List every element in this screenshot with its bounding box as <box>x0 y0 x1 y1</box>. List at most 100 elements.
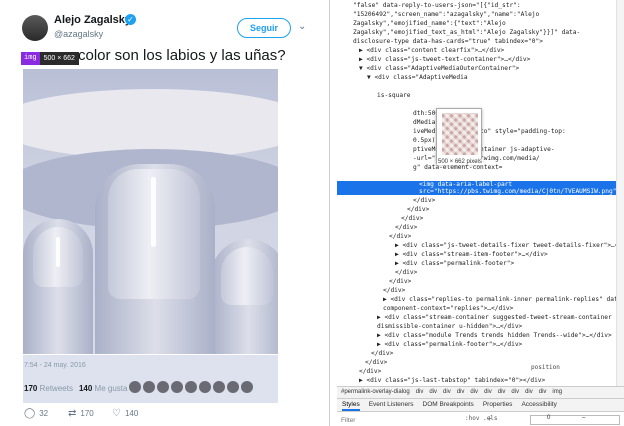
dom-node[interactable]: ▶ <div class="permalink-footer"> <box>337 259 624 268</box>
avatar[interactable] <box>171 381 183 393</box>
box-model-dash: – <box>582 415 586 421</box>
image-hover-preview <box>436 108 482 164</box>
tweet-timestamp[interactable]: 7:54 - 24 may. 2016 <box>24 362 86 369</box>
tweet-panel: Alejo Zagalsky ✓ @azagalsky Seguir ⌄ img… <box>0 0 330 426</box>
dom-node[interactable]: ▶ <div class="js-tweet-text-container">…… <box>337 55 624 64</box>
dom-node[interactable]: ▶ <div class="content clearfix">…</div> <box>337 46 624 55</box>
breadcrumb-item[interactable]: div <box>443 387 451 398</box>
breadcrumb-item[interactable]: div <box>498 387 506 398</box>
avatar[interactable] <box>157 381 169 393</box>
dom-node[interactable]: ▶ <div class="replies-to permalink-inner… <box>337 295 624 304</box>
dom-node[interactable]: </div> <box>337 286 624 295</box>
dom-node[interactable]: component-context="replies">…</div> <box>337 304 624 313</box>
dom-node[interactable]: disclosure-type data-has-cards="true" ta… <box>337 37 624 46</box>
retweet-icon: ⇄ <box>68 408 77 419</box>
box-model-label: 0 <box>547 415 551 421</box>
dom-node[interactable]: "false" data-reply-to-users-json="[{"id_… <box>337 1 624 10</box>
avatar[interactable] <box>241 381 253 393</box>
img-tag-label: img <box>21 52 40 65</box>
dom-node[interactable]: ▶ <div class="stream-container suggested… <box>337 313 624 322</box>
dom-node[interactable]: ▶ <div class="js-tweet-details-fixer twe… <box>337 241 624 250</box>
dom-node[interactable]: ▼ <div class="AdaptiveMedia <box>337 73 624 82</box>
dom-node[interactable]: ▶ <div class="module Trends trends hidde… <box>337 331 624 340</box>
breadcrumb-item[interactable]: div <box>429 387 437 398</box>
breadcrumb-item[interactable]: div <box>525 387 533 398</box>
nail-shine <box>151 177 156 247</box>
user-handle[interactable]: @azagalsky <box>54 29 103 39</box>
breadcrumb-item[interactable]: div <box>484 387 492 398</box>
avatar[interactable] <box>185 381 197 393</box>
scrollbar[interactable] <box>616 0 624 386</box>
liker-avatars <box>129 381 253 393</box>
img-dimensions: 500 × 662 <box>39 52 79 65</box>
filter-input[interactable] <box>341 415 451 425</box>
dom-node[interactable]: ▼ <div class="AdaptiveMediaOuterContaine… <box>337 64 624 73</box>
dom-node[interactable]: dismissible-container u-hidden">…</div> <box>337 322 624 331</box>
tab-styles[interactable]: Styles <box>342 399 360 411</box>
dom-node[interactable]: ▶ <div class="permalink-footer">…</div> <box>337 340 624 349</box>
avatar[interactable] <box>213 381 225 393</box>
preview-caption: 500 × 662 pixels <box>437 159 483 165</box>
dom-node[interactable]: </div> <box>337 277 624 286</box>
new-rule-button[interactable]: + <box>487 414 492 423</box>
tweet-text: color son los labios y las uñas? <box>78 47 286 64</box>
breadcrumb-item[interactable]: div <box>457 387 465 398</box>
reply-icon: ◯ <box>24 408 36 419</box>
retweet-button[interactable]: ⇄ 170 <box>68 408 112 419</box>
likes-stat[interactable]: 140 Me gusta <box>79 384 128 393</box>
tweet-actions: ◯ 32 ⇄ 170 ♡ 140 <box>24 408 156 419</box>
dom-node[interactable]: </div> <box>337 349 624 358</box>
retweets-stat[interactable]: 170 Retweets <box>24 384 73 393</box>
tweet-media-image[interactable] <box>23 69 278 354</box>
dom-node[interactable]: Zagalsky","emojified_text_as_html":"Alej… <box>337 28 624 37</box>
box-model <box>530 415 620 425</box>
tab-accessibility[interactable]: Accessibility <box>521 399 556 411</box>
breadcrumb-item[interactable]: div <box>416 387 424 398</box>
devtools-tabs: Styles Event Listeners DOM Breakpoints Prop… <box>337 398 624 411</box>
dom-node[interactable]: </div> <box>337 367 624 376</box>
breadcrumb-item[interactable]: #permalink-overlay-dialog <box>341 387 410 398</box>
avatar[interactable] <box>129 381 141 393</box>
dom-node[interactable]: </div> <box>337 232 624 241</box>
dom-node[interactable]: </div> <box>337 358 624 367</box>
tab-properties[interactable]: Properties <box>483 399 513 411</box>
dom-node[interactable]: Zagalsky","emojified_name":{"text":"Alej… <box>337 19 624 28</box>
dom-node[interactable]: </div> <box>337 268 624 277</box>
computed-label: position <box>531 364 560 371</box>
verified-icon: ✓ <box>125 14 136 25</box>
dom-node[interactable]: </div> <box>337 196 624 205</box>
img-inspect-badge: img 500 × 662 <box>21 52 79 65</box>
tweet-stats: 170 Retweets 140 Me gusta <box>24 384 127 393</box>
chevron-down-icon[interactable]: ⌄ <box>298 21 306 32</box>
user-name[interactable]: Alejo Zagalsky <box>54 14 131 26</box>
devtools-elements-panel: "false" data-reply-to-users-json="[{"id_… <box>337 0 624 426</box>
dom-node[interactable]: ▶ <div class="js-last-tabstop" tabindex=… <box>337 376 624 385</box>
follow-button[interactable]: Seguir <box>237 18 291 38</box>
breadcrumb-item[interactable]: div <box>539 387 547 398</box>
dom-node[interactable] <box>337 172 624 181</box>
avatar[interactable] <box>199 381 211 393</box>
dom-node[interactable]: "15206492","screen_name":"azagalsky","na… <box>337 10 624 19</box>
avatar[interactable] <box>227 381 239 393</box>
dom-node[interactable]: </div> <box>337 205 624 214</box>
reply-button[interactable]: ◯ 32 <box>24 408 68 419</box>
dom-node[interactable]: </div> <box>337 214 624 223</box>
tab-event-listeners[interactable]: Event Listeners <box>369 399 414 411</box>
dom-node[interactable]: </div> <box>337 223 624 232</box>
breadcrumb: #permalink-overlay-dialog div div div div div… <box>337 386 624 398</box>
avatar[interactable] <box>22 15 48 41</box>
dom-node-selected[interactable]: <img data-aria-label-part src="https://p… <box>337 181 624 195</box>
styles-filter-row: :hov .cls + 0 – <box>337 411 624 426</box>
breadcrumb-item[interactable]: div <box>470 387 478 398</box>
avatar[interactable] <box>143 381 155 393</box>
breadcrumb-item[interactable]: div <box>511 387 519 398</box>
hov-cls-toggle[interactable]: :hov .cls <box>465 415 498 422</box>
dom-node[interactable] <box>337 82 624 91</box>
like-button[interactable]: ♡ 140 <box>112 408 156 419</box>
tab-dom-breakpoints[interactable]: DOM Breakpoints <box>423 399 474 411</box>
nail-right <box>221 247 273 305</box>
breadcrumb-item[interactable]: img <box>552 387 562 398</box>
dom-node[interactable]: is-square <box>337 91 624 100</box>
dom-node[interactable]: ▶ <div class="stream-item-footer">…</div… <box>337 250 624 259</box>
nail-shine-left <box>56 237 60 267</box>
